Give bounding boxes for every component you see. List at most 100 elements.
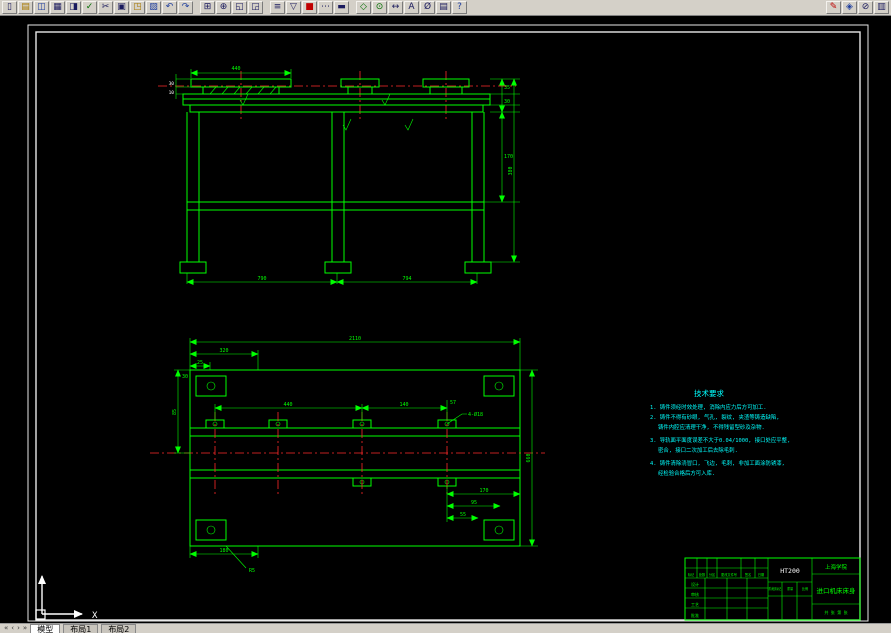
dim-label: 794 [402,276,411,282]
dim-label: 85 [172,409,178,415]
tab-nav-last-icon[interactable]: » [23,624,27,633]
note-line: 3. 导轨面平面度误差不大于0.04/1000, 接口处应平整, [650,436,790,444]
preview-icon[interactable]: ◨ [66,1,81,14]
ucs-icon: X [35,575,98,621]
spell-icon[interactable]: ✓ [82,1,97,14]
label-doc-no: 更改文件号 [721,572,737,577]
legs [186,112,485,262]
corner-leg-blocks [195,375,515,541]
measure-icon[interactable]: Ø [420,1,435,14]
osnap-icon[interactable]: ⊙ [372,1,387,14]
tab-nav-first-icon[interactable]: « [4,624,8,633]
dim-label: 25 [197,360,203,366]
properties-icon[interactable]: ▤ [436,1,451,14]
label-mark: 标记 [688,572,695,577]
label-design: 设计 [691,581,699,587]
dim-label: 57 [450,400,456,406]
label-date: 日期 [758,572,764,577]
layers-icon[interactable]: ≡ [270,1,285,14]
copy-icon[interactable]: ▣ [114,1,129,14]
lineweight-icon[interactable]: ▬ [334,1,349,14]
cut-icon[interactable]: ✂ [98,1,113,14]
save-icon[interactable]: ◫ [34,1,49,14]
express-d-icon[interactable]: ▥ [874,1,889,14]
main-toolbar: ▯ ▤ ◫ ▦ ◨ ✓ ✂ ▣ ◳ ▨ ↶ ↷ ⊞ ⊕ ◱ ◲ ≡ ▽ ■ ⋯ … [0,0,891,16]
technical-notes: 技术要求 1. 铸件须经时效处理, 消除内应力后方可加工. 2. 铸件不得有砂眼… [650,388,790,477]
dim-label: 170 [504,154,513,160]
new-icon[interactable]: ▯ [2,1,17,14]
tab-nav-next-icon[interactable]: › [17,624,20,633]
label-stage: 阶段标记 [769,586,783,591]
toolbar-separator [350,1,355,14]
tab-nav-prev-icon[interactable]: ‹ [11,624,14,633]
express-b-icon[interactable]: ◈ [842,1,857,14]
color-icon[interactable]: ■ [302,1,317,14]
notes-title: 技术要求 [694,388,724,398]
dim-label: 180 [219,548,228,554]
model-tab[interactable]: 模型 [30,624,61,633]
pan-icon[interactable]: ⊞ [200,1,215,14]
help-icon[interactable]: ? [452,1,467,14]
note-line: 4. 铸件清除浇冒口, 飞边, 毛刺, 非加工面涂防锈漆, [650,459,785,467]
dim-label: 380 [508,166,514,175]
sheet-border [27,24,869,622]
dim-label: 10 [169,90,175,96]
plan-view: 2110 320 25 440 140 57 4-Ø18 660 85 30 1… [150,336,545,574]
undo-icon[interactable]: ↶ [162,1,177,14]
label-process: 工艺 [691,602,699,607]
feet [179,261,492,274]
paste-icon[interactable]: ◳ [130,1,145,14]
note-line: 铸件内腔应清理干净, 不得残留型砂及杂物. [658,423,765,431]
note-line: 密合, 接口二次加工后去除毛刺. [658,446,738,454]
ucs-x-label: X [92,611,98,621]
express-a-icon[interactable]: ✎ [826,1,841,14]
plan-view-dimensions: 2110 320 25 440 140 57 4-Ø18 660 85 30 1… [172,336,538,574]
zoom-icon[interactable]: ⊕ [216,1,231,14]
zoom-window-icon[interactable]: ◱ [232,1,247,14]
layout2-tab[interactable]: 布局2 [101,624,137,633]
zoom-previous-icon[interactable]: ◲ [248,1,263,14]
sheet-info: 共 张 第 张 [824,609,847,615]
label-zone: 分区 [709,572,716,577]
layout-tab-bar: « ‹ › » 模型 布局1 布局2 [0,623,891,633]
insert-icon[interactable]: ◇ [356,1,371,14]
dim-label: 30 [169,81,175,87]
part-name: 进口机床床身 [817,586,857,595]
label-scale: 比例 [802,586,808,591]
dim-label: 140 [399,402,408,408]
toolbar-separator [194,1,199,14]
title-block: 标记 处数 分区 更改文件号 签名 日期 设计 审核 工艺 批准 阶段标记 重量… [684,557,861,621]
linetype-icon[interactable]: ⋯ [318,1,333,14]
layout1-tab[interactable]: 布局1 [63,624,99,633]
match-properties-icon[interactable]: ▨ [146,1,161,14]
print-icon[interactable]: ▦ [50,1,65,14]
note-line: 2. 铸件不得有砂眼, 气孔, 裂纹, 夹渣等铸造缺陷, [650,413,780,421]
material-value: HT200 [780,567,800,575]
dim-label: 320 [219,348,228,354]
top-rails [182,93,491,113]
note-line: 经检验合格后方可入库. [658,469,715,477]
dimension-icon[interactable]: ↔ [388,1,403,14]
company-name: 上海学院 [825,563,848,571]
mounting-pads [190,78,470,95]
label-weight: 重量 [787,586,794,591]
dim-label: R5 [249,568,255,574]
dim-label: 30 [504,99,510,105]
note-line: 1. 铸件须经时效处理, 消除内应力后方可加工. [650,403,767,411]
dim-label: 35 [504,85,510,91]
text-icon[interactable]: A [404,1,419,14]
dim-label: 170 [479,488,488,494]
layer-control-icon[interactable]: ▽ [286,1,301,14]
dim-label: 30 [182,374,188,380]
label-sign: 签名 [745,572,751,577]
toolbar-separator [264,1,269,14]
express-c-icon[interactable]: ⊘ [858,1,873,14]
drawing-canvas[interactable]: 440 30 10 35 30 170 380 790 794 2110 320… [0,16,891,623]
dim-label: 440 [283,402,292,408]
redo-icon[interactable]: ↷ [178,1,193,14]
label-approve: 批准 [691,612,699,618]
dim-label: 95 [471,500,477,506]
dim-label: 440 [231,66,240,72]
open-icon[interactable]: ▤ [18,1,33,14]
label-count: 处数 [699,572,706,577]
